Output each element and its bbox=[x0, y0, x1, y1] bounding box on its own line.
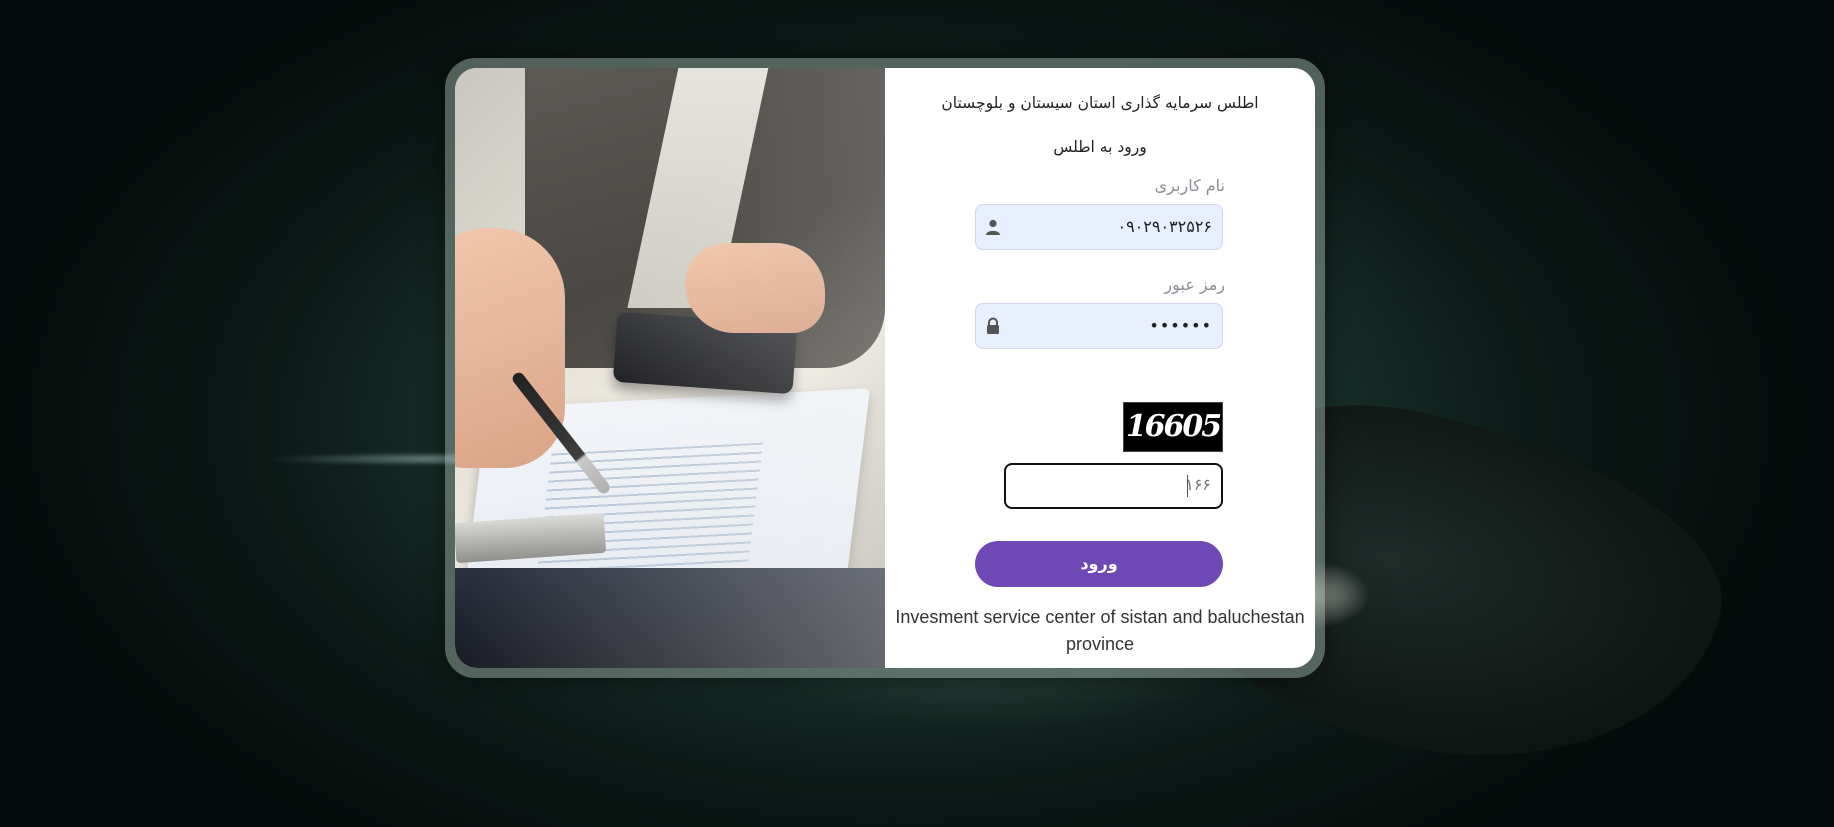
footer-text: Invesment service center of sistan and b… bbox=[895, 607, 1305, 654]
username-label: نام کاربری bbox=[1154, 176, 1225, 195]
captcha-input-value: ۱۶۶ bbox=[1185, 475, 1211, 494]
text-caret bbox=[1187, 475, 1188, 497]
password-value: •••••• bbox=[1149, 316, 1212, 335]
password-label: رمز عبور bbox=[1164, 275, 1225, 294]
captcha-image: 16605 bbox=[1123, 402, 1223, 452]
login-card: اطلس سرمایه گذاری استان سیستان و بلوچستا… bbox=[455, 68, 1315, 668]
page-subtitle: ورود به اطلس bbox=[1053, 138, 1147, 156]
lock-icon bbox=[984, 317, 1002, 335]
login-form: اطلس سرمایه گذاری استان سیستان و بلوچستا… bbox=[885, 68, 1315, 668]
captcha-input[interactable]: ۱۶۶ bbox=[1004, 463, 1223, 509]
password-field[interactable]: •••••• bbox=[975, 303, 1223, 349]
login-button[interactable]: ورود bbox=[975, 541, 1223, 587]
photo-glow bbox=[455, 68, 885, 668]
hero-photo bbox=[455, 68, 885, 668]
user-icon bbox=[984, 218, 1002, 236]
username-field[interactable]: ۰۹۰۲۹۰۳۲۵۲۶ bbox=[975, 204, 1223, 250]
page-title: اطلس سرمایه گذاری استان سیستان و بلوچستا… bbox=[941, 94, 1259, 112]
username-value: ۰۹۰۲۹۰۳۲۵۲۶ bbox=[1117, 217, 1212, 236]
